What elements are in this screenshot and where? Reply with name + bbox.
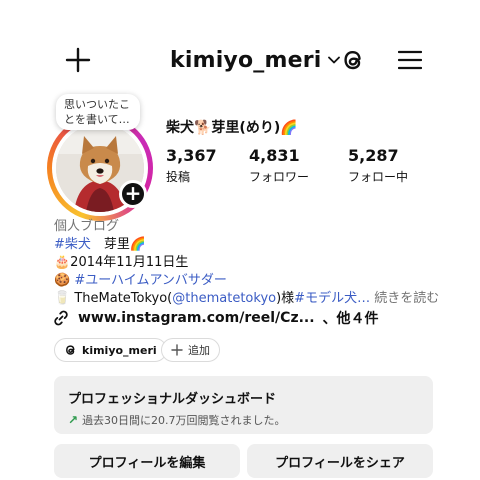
following-stat[interactable]: 5,287 フォロー中 xyxy=(348,146,408,185)
bio-line-4: 🥛 TheMateTokyo(@thematetokyo)様#モデル犬… 続きを… xyxy=(54,289,439,308)
menu-button[interactable] xyxy=(394,44,426,76)
share-profile-button[interactable]: プロフィールをシェア xyxy=(247,444,433,478)
read-more-link[interactable]: 続きを読む xyxy=(374,291,439,306)
username-text: kimiyo_meri xyxy=(170,47,322,73)
following-count: 5,287 xyxy=(348,146,399,165)
plus-icon xyxy=(65,47,91,73)
dashboard-subtitle-row: ↗ 過去30日間に20.7万回閲覧されました。 xyxy=(68,412,419,428)
dashboard-title: プロフェッショナルダッシュボード xyxy=(68,392,277,407)
posts-label: 投稿 xyxy=(166,170,191,184)
milk-emoji: 🥛 xyxy=(54,291,71,306)
edit-profile-button[interactable]: プロフィールを編集 xyxy=(54,444,240,478)
bio-line-1: #柴犬 芽里🌈 xyxy=(54,235,146,254)
username-switcher[interactable]: kimiyo_meri xyxy=(170,44,340,76)
posts-count: 3,367 xyxy=(166,146,217,165)
threads-button[interactable] xyxy=(336,43,370,77)
following-label: フォロー中 xyxy=(348,170,409,184)
cookie-emoji: 🍪 xyxy=(54,273,71,288)
hashtag-model-dog[interactable]: #モデル犬… xyxy=(294,291,370,306)
bio-line-4-text-b: )様 xyxy=(276,291,295,306)
bio-link-url: www.instagram.com/reel/Cz... xyxy=(78,310,315,326)
display-name: 柴犬🐕芽里(めり)🌈 xyxy=(166,120,298,136)
bio-line-1-text: 芽里🌈 xyxy=(90,237,147,252)
posts-stat[interactable]: 3,367 投稿 xyxy=(166,146,217,185)
followers-label: フォロワー xyxy=(249,170,310,184)
plus-icon xyxy=(171,344,183,356)
add-chip-label: 追加 xyxy=(188,344,210,357)
bio-line-4-text-a: TheMateTokyo( xyxy=(74,291,173,306)
bio-line-3: 🍪 #ユーハイムアンバサダー xyxy=(54,271,227,290)
threads-icon xyxy=(344,50,361,70)
add-chip-button[interactable]: 追加 xyxy=(161,338,220,362)
note-bubble[interactable]: 思いついたことを書いて… xyxy=(56,94,140,130)
link-icon xyxy=(54,310,68,326)
trend-up-icon: ↗ xyxy=(68,413,79,427)
professional-dashboard-card[interactable]: プロフェッショナルダッシュボード ↗ 過去30日間に20.7万回閲覧されました。 xyxy=(54,376,433,434)
threads-chip-label: kimiyo_meri xyxy=(82,343,157,357)
bio-category: 個人ブログ xyxy=(54,219,120,234)
dashboard-subtitle: 過去30日間に20.7万回閲覧されました。 xyxy=(82,414,286,427)
mention-thematetokyo[interactable]: @thematetokyo xyxy=(172,291,276,306)
bio-link[interactable]: www.instagram.com/reel/Cz... 、他４件 xyxy=(52,308,379,328)
followers-stat[interactable]: 4,831 フォロワー xyxy=(249,146,309,185)
bio-line-2: 🎂2014年11月11日生 xyxy=(54,255,189,270)
hamburger-menu-icon xyxy=(398,50,422,70)
followers-count: 4,831 xyxy=(249,146,300,165)
bio-link-extra: 、他４件 xyxy=(322,311,379,327)
hashtag-shiba[interactable]: #柴犬 xyxy=(54,237,91,252)
hashtag-juchheim[interactable]: #ユーハイムアンバサダー xyxy=(74,273,227,288)
add-story-button[interactable]: + xyxy=(119,180,147,208)
create-plus-button[interactable] xyxy=(62,44,94,76)
threads-profile-chip[interactable]: kimiyo_meri xyxy=(54,338,167,362)
threads-icon xyxy=(66,345,75,355)
